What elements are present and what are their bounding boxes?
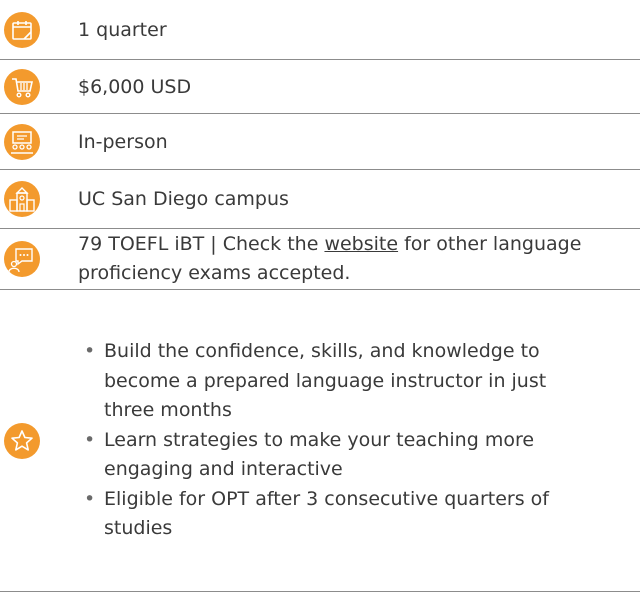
highlight-item: Build the confidence, skills, and knowle…: [78, 337, 598, 426]
highlight-item: Learn strategies to make your teaching m…: [78, 426, 598, 485]
cost-text: $6,000 USD: [78, 75, 192, 98]
chat-user-icon: [4, 241, 40, 277]
highlights-list: Build the confidence, skills, and knowle…: [78, 337, 598, 544]
classroom-icon: [4, 123, 40, 160]
duration-row: 1 quarter: [0, 0, 640, 60]
program-details-list: 1 quarter $6,000 USD In-person UC San Di…: [0, 0, 640, 592]
website-link[interactable]: website: [324, 233, 398, 255]
format-row: In-person: [0, 114, 640, 170]
shopping-cart-icon: [4, 68, 40, 105]
campus-building-icon: [4, 181, 40, 217]
location-row: UC San Diego campus: [0, 170, 640, 229]
format-text: In-person: [78, 130, 168, 153]
highlight-item: Eligible for OPT after 3 consecutive qua…: [78, 485, 598, 544]
calendar-icon: [4, 11, 40, 48]
highlights-list-wrap: Build the confidence, skills, and knowle…: [78, 337, 598, 544]
requirements-text: 79 TOEFL iBT | Check the website for oth…: [78, 233, 582, 284]
duration-text: 1 quarter: [78, 18, 167, 41]
location-text: UC San Diego campus: [78, 188, 289, 210]
requirements-row: 79 TOEFL iBT | Check the website for oth…: [0, 229, 640, 290]
cost-row: $6,000 USD: [0, 60, 640, 114]
highlights-row: Build the confidence, skills, and knowle…: [0, 290, 640, 592]
star-icon: [4, 422, 40, 459]
